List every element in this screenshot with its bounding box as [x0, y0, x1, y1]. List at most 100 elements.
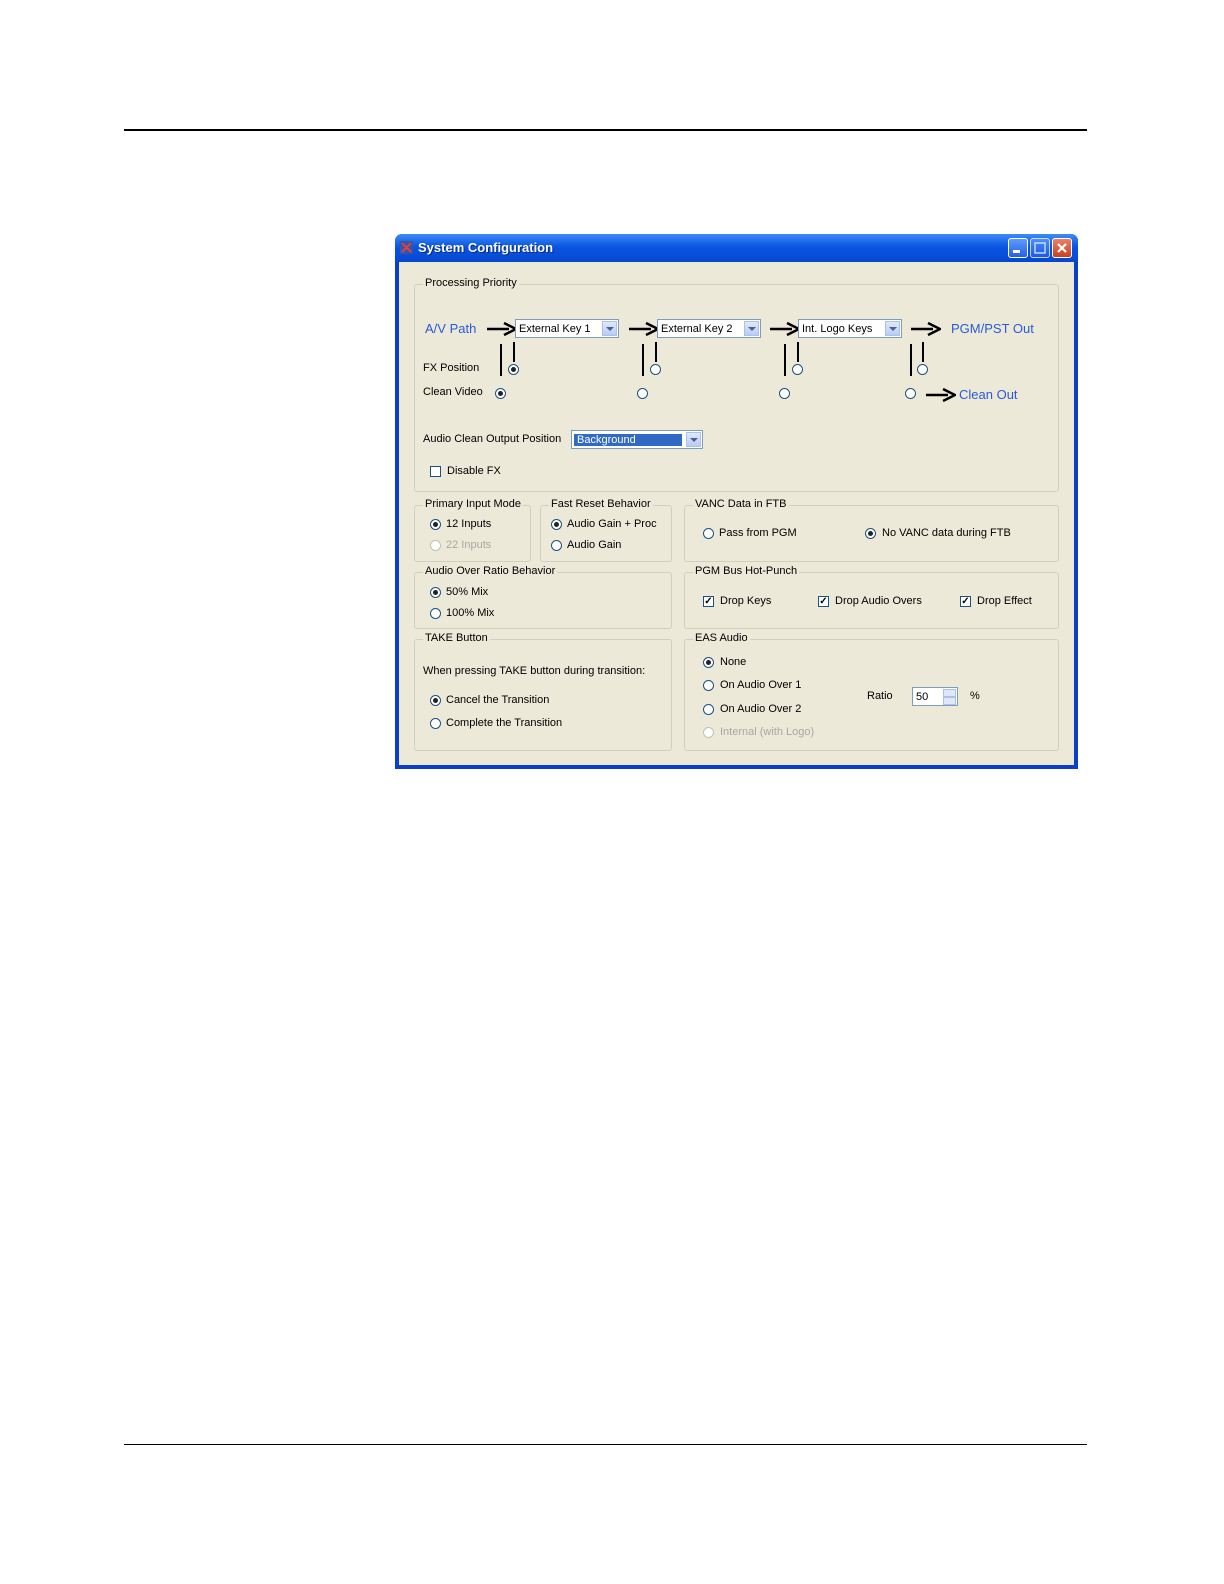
key1-combo[interactable]: External Key 1 [515, 319, 619, 338]
primary-input-12-label[interactable]: 12 Inputs [446, 518, 491, 530]
connector-line [910, 344, 912, 376]
key1-value: External Key 1 [519, 323, 591, 335]
maximize-button[interactable] [1030, 238, 1050, 258]
minimize-button[interactable] [1008, 238, 1028, 258]
audio-over-100-label[interactable]: 100% Mix [446, 607, 494, 619]
key3-value: Int. Logo Keys [802, 323, 873, 335]
connector-line [797, 342, 799, 362]
fast-reset-gain-proc-radio[interactable] [551, 519, 562, 530]
disable-fx-label[interactable]: Disable FX [447, 465, 501, 477]
eas-audio-over-2-label[interactable]: On Audio Over 2 [720, 703, 801, 715]
key2-value: External Key 2 [661, 323, 733, 335]
key3-combo[interactable]: Int. Logo Keys [798, 319, 902, 338]
primary-input-mode-group: Primary Input Mode [414, 498, 531, 562]
eas-audio-over-2-radio[interactable] [703, 704, 714, 715]
clean-video-radio-1[interactable] [495, 388, 506, 399]
app-icon [400, 241, 413, 254]
eas-none-radio[interactable] [703, 657, 714, 668]
header-rule [124, 129, 1087, 131]
pgm-hot-punch-legend: PGM Bus Hot-Punch [693, 565, 800, 577]
audio-over-ratio-group: Audio Over Ratio Behavior [414, 565, 672, 629]
primary-input-22-label: 22 Inputs [446, 539, 492, 551]
audio-over-100-radio[interactable] [430, 608, 441, 619]
arrow-icon [629, 322, 659, 336]
spin-up-icon[interactable] [943, 689, 956, 697]
audio-clean-output-combo[interactable]: Background [571, 430, 703, 449]
arrow-icon [487, 322, 517, 336]
eas-internal-label: Internal (with Logo) [720, 726, 815, 738]
clean-video-radio-2[interactable] [637, 388, 648, 399]
spin-down-icon[interactable] [943, 697, 956, 705]
connector-line [655, 342, 657, 362]
fast-reset-gain-label[interactable]: Audio Gain [567, 539, 621, 551]
connector-line [922, 342, 924, 362]
dialog-client-area: Processing Priority A/V Path External Ke… [399, 262, 1074, 765]
window-title: System Configuration [418, 240, 554, 255]
eas-audio-over-1-radio[interactable] [703, 680, 714, 691]
ratio-spinner[interactable]: 50 [912, 687, 958, 706]
fx-position-radio-2[interactable] [650, 364, 661, 375]
drop-effect-label[interactable]: Drop Effect [977, 595, 1032, 607]
ratio-label: Ratio [867, 690, 893, 702]
disable-fx-checkbox[interactable] [430, 466, 441, 477]
cancel-transition-label[interactable]: Cancel the Transition [446, 694, 549, 706]
vanc-legend: VANC Data in FTB [693, 498, 789, 510]
clean-video-radio-3[interactable] [779, 388, 790, 399]
key2-combo[interactable]: External Key 2 [657, 319, 761, 338]
ratio-value[interactable]: 50 [916, 691, 928, 703]
eas-none-label[interactable]: None [720, 656, 746, 668]
footer-rule [124, 1444, 1087, 1445]
drop-effect-checkbox[interactable]: ✓ [960, 596, 971, 607]
vanc-none-label[interactable]: No VANC data during FTB [882, 527, 1011, 539]
minimize-icon [1013, 250, 1020, 253]
eas-audio-legend: EAS Audio [693, 632, 750, 644]
connector-line [500, 344, 502, 376]
complete-transition-radio[interactable] [430, 718, 441, 729]
clean-video-radio-4[interactable] [905, 388, 916, 399]
primary-input-12-radio[interactable] [430, 519, 441, 530]
chevron-down-icon[interactable] [686, 432, 701, 447]
vanc-pass-from-pgm-label[interactable]: Pass from PGM [719, 527, 797, 539]
drop-keys-checkbox[interactable]: ✓ [703, 596, 714, 607]
complete-transition-label[interactable]: Complete the Transition [446, 717, 562, 729]
vanc-none-radio[interactable] [865, 528, 876, 539]
fast-reset-gain-proc-label[interactable]: Audio Gain + Proc [567, 518, 657, 530]
connector-line [642, 344, 644, 376]
connector-line [784, 344, 786, 376]
fx-position-label: FX Position [423, 362, 480, 374]
drop-audio-overs-label[interactable]: Drop Audio Overs [835, 595, 922, 607]
clean-video-label: Clean Video [423, 386, 483, 398]
fast-reset-legend: Fast Reset Behavior [549, 498, 653, 510]
primary-input-mode-legend: Primary Input Mode [423, 498, 523, 510]
close-button[interactable] [1052, 238, 1072, 258]
title-bar[interactable]: System Configuration [395, 234, 1078, 262]
cancel-transition-radio[interactable] [430, 695, 441, 706]
chevron-down-icon[interactable] [885, 321, 900, 336]
audio-over-50-radio[interactable] [430, 587, 441, 598]
chevron-down-icon[interactable] [744, 321, 759, 336]
clean-out-label: Clean Out [959, 387, 1018, 402]
ratio-unit: % [970, 690, 980, 702]
arrow-icon [926, 388, 956, 402]
fast-reset-group: Fast Reset Behavior [540, 498, 672, 562]
fx-position-radio-1[interactable] [508, 364, 519, 375]
take-button-legend: TAKE Button [423, 632, 490, 644]
fast-reset-gain-radio[interactable] [551, 540, 562, 551]
arrow-icon [770, 322, 800, 336]
system-configuration-window: System Configuration Processing Priority… [395, 234, 1078, 769]
eas-audio-over-1-label[interactable]: On Audio Over 1 [720, 679, 801, 691]
audio-clean-output-label: Audio Clean Output Position [423, 433, 562, 445]
eas-internal-radio [703, 727, 714, 738]
maximize-icon [1034, 242, 1046, 254]
close-icon [1057, 243, 1067, 253]
fx-position-radio-3[interactable] [792, 364, 803, 375]
audio-over-50-label[interactable]: 50% Mix [446, 586, 488, 598]
primary-input-22-radio [430, 540, 441, 551]
chevron-down-icon[interactable] [602, 321, 617, 336]
drop-audio-overs-checkbox[interactable]: ✓ [818, 596, 829, 607]
drop-keys-label[interactable]: Drop Keys [720, 595, 771, 607]
processing-priority-legend: Processing Priority [423, 277, 519, 289]
take-button-description: When pressing TAKE button during transit… [423, 665, 646, 677]
vanc-pass-from-pgm-radio[interactable] [703, 528, 714, 539]
fx-position-radio-4[interactable] [917, 364, 928, 375]
